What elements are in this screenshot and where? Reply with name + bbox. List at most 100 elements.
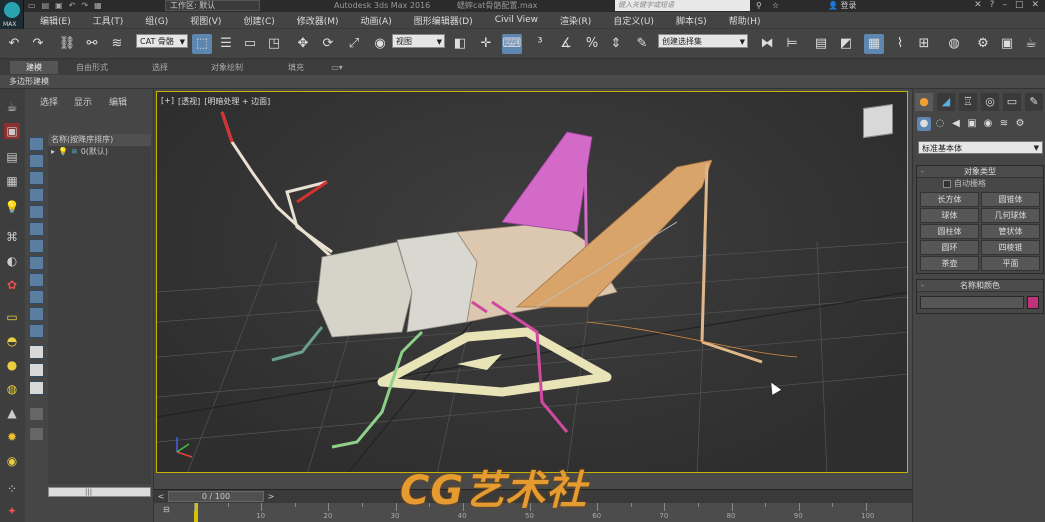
menu-help[interactable]: 帮助(H) xyxy=(729,14,761,27)
geosphere-button[interactable]: 几何球体 xyxy=(981,208,1040,223)
front-leg-teal[interactable] xyxy=(271,326,324,362)
material-editor-icon[interactable]: ◍ xyxy=(944,34,964,54)
schematic-view-icon[interactable]: ⊞ xyxy=(914,34,934,54)
viewport-menu-plus[interactable]: [+] xyxy=(161,96,174,107)
place-icon[interactable]: ◉ xyxy=(370,34,390,54)
cylinder-button[interactable]: 圆柱体 xyxy=(920,224,979,239)
filter-helpers-icon[interactable] xyxy=(29,205,44,219)
menu-modifiers[interactable]: 修改器(M) xyxy=(297,14,339,27)
sync-selection-icon[interactable] xyxy=(29,427,44,441)
filter-invert-icon[interactable] xyxy=(29,381,44,395)
name-color-header[interactable]: - 名称和颜色 xyxy=(917,280,1043,292)
menu-create[interactable]: 创建(C) xyxy=(243,14,274,27)
keyboard-shortcut-override-icon[interactable]: ⌨ xyxy=(502,34,522,54)
wing-pink[interactable] xyxy=(501,131,593,233)
pivot-center-icon[interactable]: ◧ xyxy=(450,34,470,54)
time-slider-prev-icon[interactable]: < xyxy=(156,491,166,502)
menu-edit[interactable]: 编辑(E) xyxy=(40,14,71,27)
filter-bones-icon[interactable] xyxy=(29,273,44,287)
ribbon-tab-populate[interactable]: 填充 xyxy=(276,61,316,74)
grasshopper-head[interactable] xyxy=(316,241,413,338)
render-setup-icon[interactable]: ⚙ xyxy=(973,34,993,54)
shapes-icon[interactable]: ◌ xyxy=(933,117,947,131)
select-manipulate-icon[interactable]: ✛ xyxy=(476,34,496,54)
edit-named-selection-icon[interactable]: ✎ xyxy=(632,34,652,54)
exchange-icon[interactable]: ✕ xyxy=(974,0,982,11)
geosphere-icon[interactable]: ◍ xyxy=(4,381,20,397)
filter-shapes-icon[interactable] xyxy=(29,154,44,168)
search-input[interactable]: 键入关键字或短语 xyxy=(615,0,750,11)
plane-button[interactable]: 平面 xyxy=(981,256,1040,271)
dome-icon[interactable]: ◓ xyxy=(4,333,20,349)
bulb-icon[interactable]: 💡 xyxy=(58,146,68,158)
particle-icon[interactable]: ⁘ xyxy=(4,481,20,497)
ribbon-tab-freeform[interactable]: 自由形式 xyxy=(64,61,120,74)
expand-arrow-icon[interactable]: ▸ xyxy=(51,146,55,158)
rendered-frame-window-icon[interactable]: ▣ xyxy=(997,34,1017,54)
bind-space-warp-icon[interactable]: ≋ xyxy=(107,34,127,54)
filter-spacewarps-icon[interactable] xyxy=(29,222,44,236)
object-type-header[interactable]: - 对象类型 xyxy=(917,166,1043,178)
filter-all-icon[interactable] xyxy=(29,345,44,359)
ribbon-subtab-polygon-modeling[interactable]: 多边形建模 xyxy=(9,75,49,89)
unlink-icon[interactable]: ⚯ xyxy=(82,34,102,54)
motion-tab-icon[interactable]: ◎ xyxy=(981,93,999,111)
helpers-icon[interactable]: ◉ xyxy=(981,117,995,131)
list-item[interactable]: ▸ 💡 ≋ 0(默认) xyxy=(48,146,151,158)
undo-icon[interactable]: ↶ xyxy=(69,1,76,10)
pyramid-button[interactable]: 四棱锥 xyxy=(981,240,1040,255)
spinner-snap-icon[interactable]: ⇕ xyxy=(606,34,626,54)
sphere-button[interactable]: 球体 xyxy=(920,208,979,223)
open-file-icon[interactable]: ▤ xyxy=(42,1,50,10)
sphere-icon[interactable]: ● xyxy=(4,357,20,373)
percent-snap-icon[interactable]: % xyxy=(582,34,602,54)
selection-filter-dropdown[interactable]: CAT 骨骼 ▼ xyxy=(136,34,188,48)
object-color-swatch[interactable] xyxy=(1027,296,1039,309)
viewport-point-of-view[interactable]: [透视] xyxy=(178,96,200,107)
filter-xrefs-icon[interactable] xyxy=(29,256,44,270)
ribbon-options-icon[interactable]: ▭▾ xyxy=(326,61,348,74)
filter-geometry-icon[interactable] xyxy=(29,137,44,151)
teapot-button[interactable]: 茶壶 xyxy=(920,256,979,271)
menu-customize[interactable]: 自定义(U) xyxy=(613,14,654,27)
menu-views[interactable]: 视图(V) xyxy=(190,14,221,27)
sun-icon[interactable]: ✹ xyxy=(4,429,20,445)
grid-icon[interactable]: ▦ xyxy=(4,173,20,189)
login-button[interactable]: 👤 登录 xyxy=(828,0,857,11)
fire-icon[interactable]: ✦ xyxy=(4,503,20,519)
filter-hidden-icon[interactable] xyxy=(29,324,44,338)
create-tab-icon[interactable]: ● xyxy=(915,93,933,111)
camera-icon[interactable]: ⌘ xyxy=(4,229,20,245)
primitive-type-dropdown[interactable]: 标准基本体 ▼ xyxy=(918,141,1043,154)
explorer-tab-edit[interactable]: 编辑 xyxy=(109,95,127,108)
scale-icon[interactable]: ⤢ xyxy=(344,34,364,54)
utilities-tab-icon[interactable]: ✎ xyxy=(1025,93,1043,111)
layer-manager-icon[interactable]: ▤ xyxy=(811,34,831,54)
systems-icon[interactable]: ⚙ xyxy=(1013,117,1027,131)
key-filter-icon[interactable]: ⊟ xyxy=(163,505,177,517)
box-icon[interactable]: ▭ xyxy=(4,309,20,325)
front-leg-green[interactable] xyxy=(331,330,424,449)
move-icon[interactable]: ✥ xyxy=(293,34,313,54)
display-tab-icon[interactable]: ▭ xyxy=(1003,93,1021,111)
filter-frozen-icon[interactable] xyxy=(29,307,44,321)
angle-snap-icon[interactable]: ∡ xyxy=(556,34,576,54)
time-slider-next-icon[interactable]: > xyxy=(266,491,276,502)
explorer-tab-select[interactable]: 选择 xyxy=(40,95,58,108)
layout-icon[interactable]: ▣ xyxy=(4,123,20,139)
filter-cameras-icon[interactable] xyxy=(29,188,44,202)
filter-funnel-icon[interactable] xyxy=(29,407,44,421)
explorer-scrollbar[interactable]: ||| xyxy=(48,487,151,497)
menu-animation[interactable]: 动画(A) xyxy=(361,14,392,27)
teapot-icon[interactable]: ☕ xyxy=(4,99,20,115)
biped-icon[interactable]: ✿ xyxy=(4,277,20,293)
select-by-name-icon[interactable]: ☰ xyxy=(216,34,236,54)
grasshopper-thorax[interactable] xyxy=(396,231,478,333)
menu-scripting[interactable]: 脚本(S) xyxy=(676,14,707,27)
ribbon-tab-selection[interactable]: 选择 xyxy=(140,61,180,74)
hierarchy-tab-icon[interactable]: ♖ xyxy=(959,93,977,111)
mirror-icon[interactable]: ⧓ xyxy=(757,34,777,54)
rotate-icon[interactable]: ⟳ xyxy=(318,34,338,54)
filter-groups-icon[interactable] xyxy=(29,239,44,253)
curve-editor-icon[interactable]: ⌇ xyxy=(890,34,910,54)
